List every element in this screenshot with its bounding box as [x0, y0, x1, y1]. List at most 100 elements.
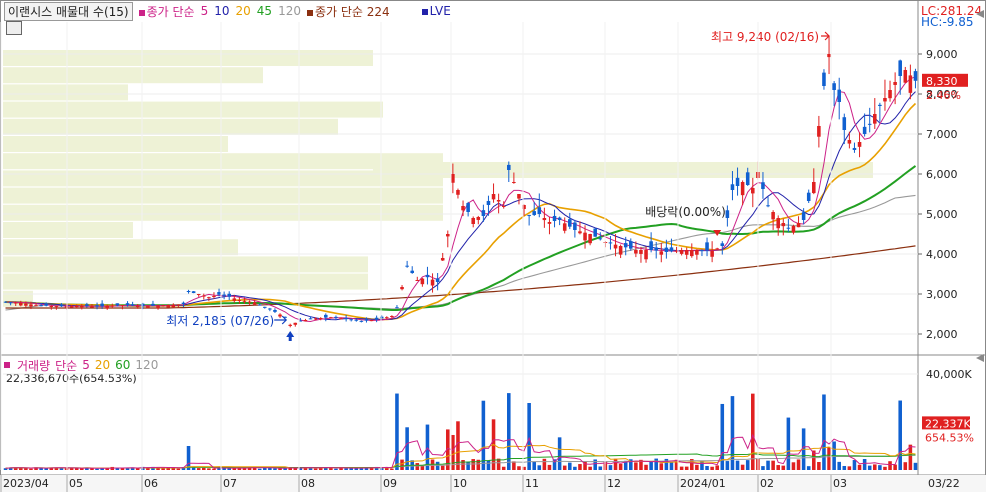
- candle-body: [369, 320, 374, 322]
- volume-bar: [857, 464, 862, 470]
- candle-body: [69, 306, 74, 308]
- candle-body: [695, 250, 699, 255]
- candle-body: [501, 206, 506, 207]
- stock-chart[interactable]: 9,0008,0007,0006,0005,0004,0003,0002,000…: [0, 0, 986, 492]
- volume-bar: [588, 466, 592, 470]
- candle-body: [817, 126, 821, 137]
- candle-body: [49, 306, 54, 307]
- ma120-period: 120: [278, 4, 301, 18]
- candle-body: [100, 303, 104, 307]
- candle-body: [359, 320, 364, 322]
- candle-body: [644, 250, 648, 260]
- candle-body: [786, 227, 791, 229]
- time-tick-label: 12: [607, 477, 621, 490]
- volume-bar: [867, 465, 872, 470]
- price-tick-label: 5,000: [926, 208, 958, 221]
- volume-bar: [263, 467, 267, 470]
- ma-swatch: [138, 9, 145, 16]
- volume-bar: [390, 468, 394, 470]
- price-tick-label: 4,000: [926, 248, 958, 261]
- volume-profile-bar: [3, 84, 128, 101]
- candle-body: [908, 75, 913, 93]
- candle-body: [278, 314, 282, 317]
- volume-bar: [806, 466, 811, 470]
- volume-bar: [120, 468, 125, 470]
- candle-body: [329, 317, 333, 319]
- ma45-period: 45: [256, 4, 273, 18]
- candle-body: [862, 126, 867, 134]
- candle-body: [659, 251, 664, 255]
- volume-bar: [573, 466, 577, 470]
- candle-body: [85, 304, 89, 307]
- volume-bar: [568, 462, 572, 470]
- candle-body: [710, 250, 714, 257]
- lve-label: LVE: [429, 4, 451, 18]
- candle-body: [654, 247, 658, 251]
- candle-body: [832, 83, 836, 90]
- candle-body: [883, 98, 887, 102]
- volume-bar: [827, 446, 831, 470]
- volume-bar: [598, 466, 603, 470]
- volume-bar: [786, 417, 791, 470]
- candle-body: [390, 316, 394, 317]
- volume-profile-bar: [3, 290, 33, 307]
- candle-body: [700, 250, 704, 252]
- volume-swatch: [4, 362, 10, 368]
- volume-bar: [761, 466, 765, 470]
- volume-bar: [466, 462, 470, 470]
- volume-bar: [359, 468, 364, 470]
- candle-body: [324, 314, 328, 318]
- volume-bar: [161, 468, 165, 470]
- candle-body: [847, 140, 852, 144]
- ma224-label: 종가 단순 224: [314, 4, 390, 19]
- candle-body: [374, 317, 379, 320]
- time-tick-label: 08: [301, 477, 315, 490]
- candle-body: [430, 279, 435, 286]
- volume-bar: [817, 462, 821, 470]
- volume-current-pct: 654.53%: [925, 431, 974, 444]
- grid-toggle-icon[interactable]: [6, 21, 22, 35]
- candle-body: [806, 192, 811, 201]
- candle-body: [181, 302, 186, 304]
- volume-bar: [679, 466, 684, 470]
- ma-price-label: 종가 단순: [146, 4, 195, 19]
- candle-body: [400, 287, 404, 290]
- volume-bar: [537, 465, 542, 470]
- candle-body: [171, 304, 176, 308]
- volume-bar: [852, 460, 857, 470]
- candle-body: [268, 308, 272, 310]
- candle-body: [318, 318, 323, 319]
- candle-body: [893, 82, 897, 85]
- volume-bar: [735, 460, 740, 470]
- volume-bar: [547, 464, 552, 470]
- candle-body: [105, 305, 109, 309]
- candle-body: [873, 114, 877, 124]
- volume-bar: [898, 400, 902, 470]
- candle-body: [456, 190, 460, 195]
- candle-body: [684, 250, 689, 255]
- dividend-annotation: 배당락(0.00%): [645, 205, 726, 219]
- volume-bar: [222, 468, 226, 470]
- volume-bar: [405, 427, 409, 470]
- time-last-label: 03/22: [928, 477, 960, 490]
- candle-body: [166, 305, 170, 308]
- volume-bar: [608, 465, 613, 470]
- candle-body: [446, 234, 450, 237]
- symbol-label[interactable]: 이랜시스 매물대 수(15): [4, 1, 133, 21]
- volume-bar: [471, 459, 475, 470]
- volume-profile-bar: [3, 50, 373, 66]
- volume-bar: [440, 465, 445, 470]
- low-up-arrow-icon: [286, 331, 295, 341]
- volume-bar: [202, 467, 206, 470]
- vol-ma60-period: 60: [115, 358, 131, 372]
- candle-body: [618, 246, 623, 255]
- candle-body: [8, 302, 13, 304]
- candle-body: [812, 182, 816, 194]
- vol-ma20-period: 20: [94, 358, 111, 372]
- candle-body: [19, 302, 23, 306]
- volume-bar: [344, 468, 348, 470]
- candle-body: [227, 293, 231, 297]
- candle-body: [379, 316, 384, 319]
- candle-body: [44, 303, 48, 306]
- time-tick-label: 05: [69, 477, 83, 490]
